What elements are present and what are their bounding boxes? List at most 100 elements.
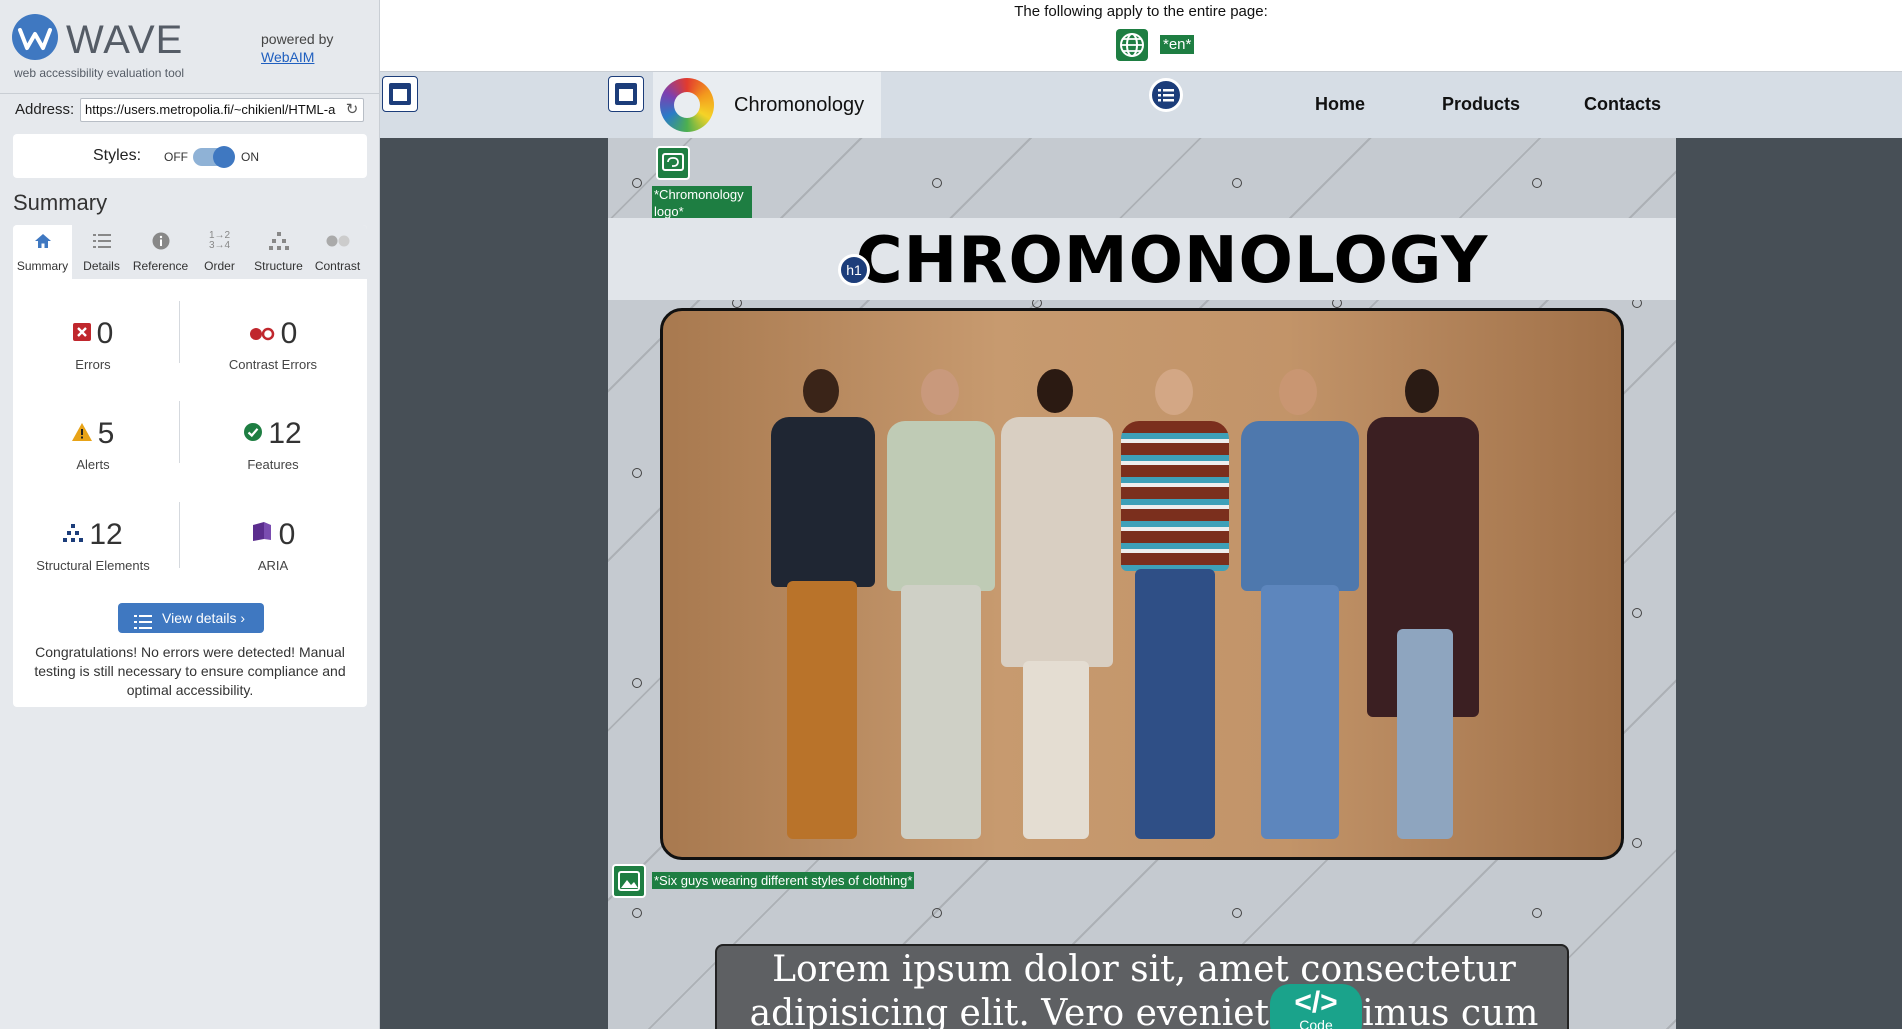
tab-contrast[interactable]: Contrast: [308, 225, 367, 279]
wave-tagline: web accessibility evaluation tool: [14, 66, 185, 80]
stat-alerts[interactable]: 5 Alerts: [13, 417, 173, 497]
alerts-count: 5: [97, 417, 115, 450]
errors-count: 0: [96, 317, 114, 350]
tab-label: Reference: [132, 259, 189, 273]
page-title: CHROMONOLOGY: [855, 224, 1489, 298]
address-input[interactable]: https://users.metropolia.fi/~chikienl/HT…: [80, 98, 364, 122]
intro-paragraph: Lorem ipsum dolor sit, amet consectetur …: [749, 949, 1539, 1029]
tab-label: Order: [204, 259, 235, 273]
figure: [763, 369, 883, 839]
tab-label: Summary: [16, 259, 69, 273]
tab-label: Details: [83, 259, 120, 273]
contrast-icon: [308, 231, 367, 251]
wave-tabs: Summary Details Reference 1→23→4 Order: [13, 225, 367, 279]
powered-by-label: powered by: [261, 31, 334, 47]
summary-panel: Summary Details Reference 1→23→4 Order: [13, 225, 367, 707]
styles-off-label: OFF: [164, 150, 188, 164]
toggle-knob[interactable]: [213, 146, 235, 168]
address-bar: Address: https://users.metropolia.fi/~ch…: [0, 93, 380, 122]
wave-logo-icon: [12, 14, 58, 60]
decorative-circle: [1232, 178, 1242, 188]
stat-contrast-errors[interactable]: 0 Contrast Errors: [193, 317, 353, 397]
summary-heading: Summary: [13, 190, 108, 215]
webaim-link[interactable]: WebAIM: [261, 49, 314, 65]
nav-home[interactable]: Home: [1315, 94, 1365, 115]
styles-label: Styles:: [93, 147, 142, 164]
stat-features[interactable]: 12 Features: [193, 417, 353, 497]
image-icon[interactable]: [612, 864, 646, 898]
alerts-label: Alerts: [76, 457, 110, 472]
contrast-error-icon: [249, 315, 275, 349]
figure: [997, 369, 1117, 839]
decorative-circle: [632, 678, 642, 688]
divider: [179, 301, 180, 363]
title-band: CHROMONOLOGY h1: [608, 218, 1676, 300]
feature-icon: [244, 415, 263, 449]
decorative-circle: [632, 908, 642, 918]
figure: [1363, 369, 1483, 839]
evaluated-page: The following apply to the entire page: …: [380, 0, 1902, 1029]
code-glyph: </>: [1294, 986, 1338, 1019]
decorative-circle: [1232, 908, 1242, 918]
styles-toggle[interactable]: [193, 146, 235, 168]
nav-list-icon[interactable]: [1149, 78, 1183, 112]
error-icon: [72, 315, 91, 349]
congrats-message: Congratulations! No errors were detected…: [34, 644, 346, 698]
hero-image: [660, 308, 1624, 860]
brand-logo: [660, 78, 714, 132]
features-count: 12: [268, 417, 302, 450]
decorative-circle: [632, 468, 642, 478]
wave-header: WAVE web accessibility evaluation tool p…: [12, 14, 368, 82]
nav-products[interactable]: Products: [1442, 94, 1520, 115]
site-header: Chromonology Home Products Contacts: [380, 72, 1902, 138]
nav-contacts[interactable]: Contacts: [1584, 94, 1661, 115]
decorative-circle: [1632, 838, 1642, 848]
tab-reference[interactable]: Reference: [131, 225, 190, 279]
decorative-circle: [1632, 608, 1642, 618]
structural-label: Structural Elements: [36, 558, 150, 573]
structural-count: 12: [89, 518, 123, 551]
tab-details[interactable]: Details: [72, 225, 131, 279]
figure: [1235, 369, 1365, 839]
reload-icon[interactable]: ↻: [344, 102, 360, 118]
tab-label: Contrast: [314, 259, 361, 273]
stat-structural[interactable]: 12 Structural Elements: [13, 518, 173, 598]
tab-structure[interactable]: Structure: [249, 225, 308, 279]
brand-name: Chromonology: [734, 94, 865, 116]
image-icon[interactable]: [656, 146, 690, 180]
decorative-circle: [1532, 908, 1542, 918]
hero-alt-text: *Six guys wearing different styles of cl…: [652, 872, 915, 889]
main-content: *Chromonology logo* CHROMONOLOGY h1 *Six…: [608, 138, 1676, 1029]
info-icon: [131, 231, 190, 251]
styles-toggle-card: Styles: OFF ON: [13, 134, 367, 178]
divider: [179, 502, 180, 568]
tab-order[interactable]: 1→2 3→4 Order: [190, 225, 249, 279]
alert-icon: [71, 415, 92, 449]
stat-aria[interactable]: 0 ARIA: [193, 518, 353, 598]
errors-label: Errors: [75, 357, 111, 372]
brand[interactable]: Chromonology: [653, 72, 881, 138]
view-details-button[interactable]: View details ›: [118, 603, 264, 633]
contrast-errors-label: Contrast Errors: [228, 357, 318, 372]
page-level-text: The following apply to the entire page:: [1014, 3, 1268, 20]
figure: [1115, 369, 1235, 839]
tab-summary[interactable]: Summary: [13, 225, 72, 279]
header-region-icon[interactable]: [608, 76, 644, 112]
decorative-circle: [632, 178, 642, 188]
features-label: Features: [247, 457, 299, 472]
aria-icon: [251, 516, 273, 550]
heading-h1-icon[interactable]: h1: [838, 254, 870, 286]
wave-sidebar: WAVE web accessibility evaluation tool p…: [0, 0, 380, 1029]
decorative-circle: [932, 178, 942, 188]
code-icon[interactable]: </> Code: [1270, 984, 1362, 1029]
structure-icon: [249, 231, 308, 251]
decorative-circle: [1532, 178, 1542, 188]
stat-errors[interactable]: 0 Errors: [13, 317, 173, 397]
globe-icon[interactable]: [1116, 29, 1148, 61]
address-label: Address:: [15, 101, 75, 118]
structure-elements-icon: [63, 516, 84, 550]
decorative-circle: [932, 908, 942, 918]
powered-by: powered by WebAIM: [261, 30, 333, 66]
header-region-icon[interactable]: [382, 76, 418, 112]
logo-alt-text: *Chromonology logo*: [652, 186, 752, 220]
